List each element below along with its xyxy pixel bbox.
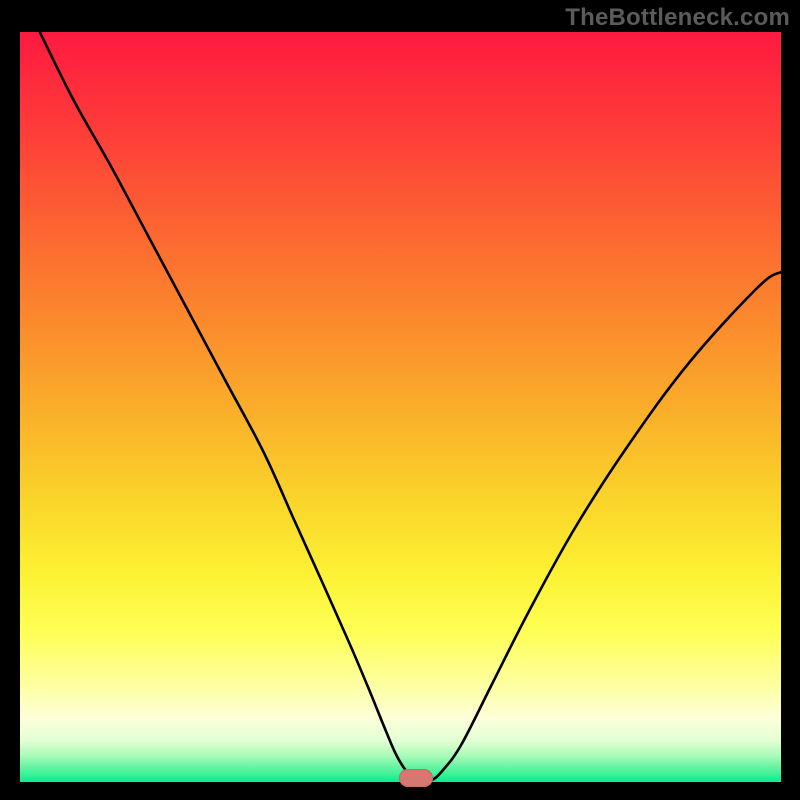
watermark-text: TheBottleneck.com (565, 4, 790, 32)
gradient-background (20, 32, 781, 782)
plot-svg (20, 32, 781, 782)
minimum-marker (399, 769, 433, 787)
chart-frame: TheBottleneck.com (0, 0, 800, 800)
plot-area (20, 32, 781, 782)
